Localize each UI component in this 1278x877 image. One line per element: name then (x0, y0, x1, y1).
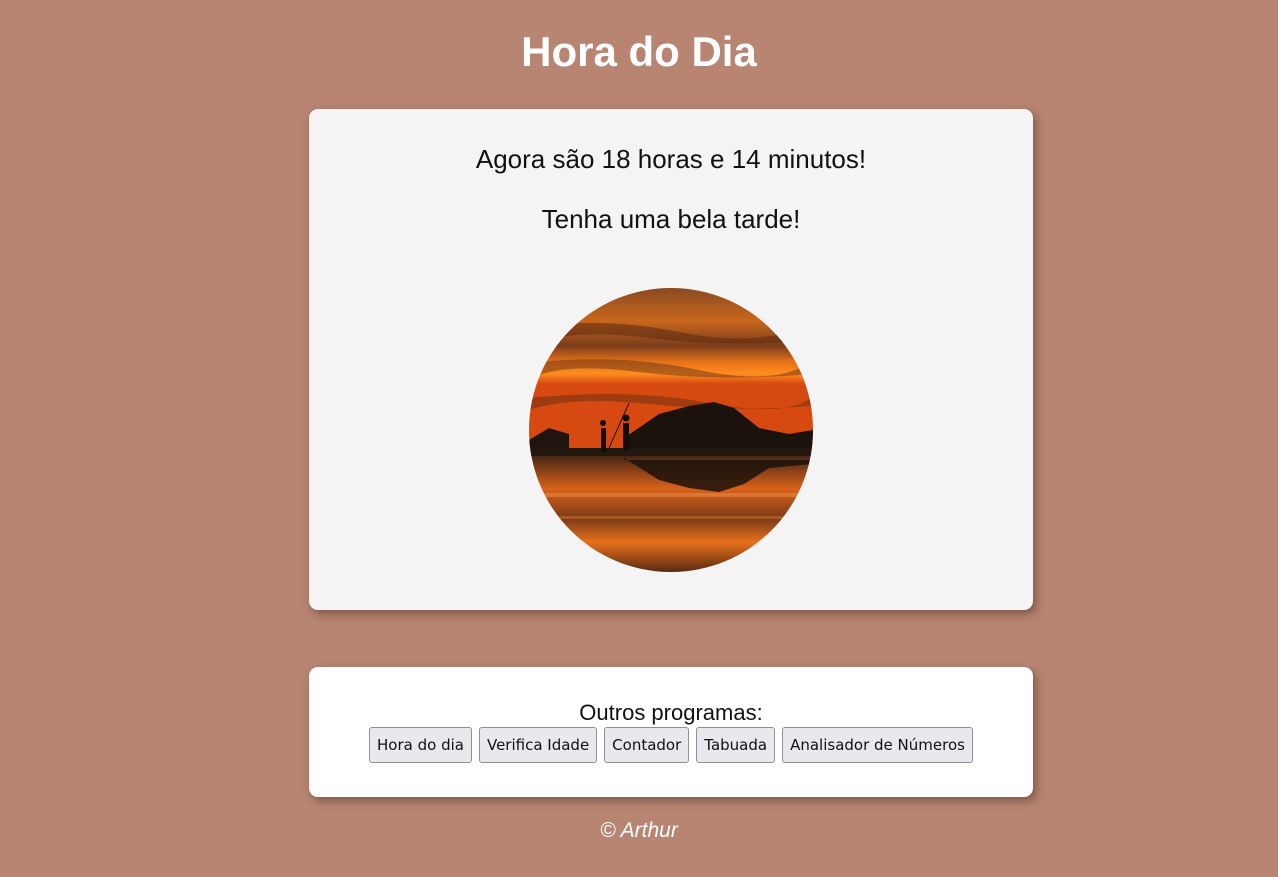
sunset-image (529, 288, 813, 572)
verifica-idade-button[interactable]: Verifica Idade (478, 727, 598, 763)
time-message: Agora são 18 horas e 14 minutos! (475, 144, 867, 174)
hora-do-dia-button[interactable]: Hora do dia (369, 727, 472, 763)
other-programs-title: Outros programas: (579, 700, 763, 725)
greeting-message: Tenha uma bela tarde! (541, 204, 801, 234)
page-title: Hora do Dia (521, 28, 757, 75)
sunset-photo-icon (529, 288, 813, 572)
tabuada-button[interactable]: Tabuada (696, 727, 776, 763)
other-programs-card: Outros programas: Hora do dia Verifica I… (309, 667, 1033, 797)
footer-credit: © Arthur (600, 819, 678, 842)
contador-button[interactable]: Contador (604, 727, 690, 763)
analisador-de-numeros-button[interactable]: Analisador de Números (782, 727, 973, 763)
time-card: Agora são 18 horas e 14 minutos! Tenha u… (309, 109, 1033, 610)
program-buttons: Hora do dia Verifica Idade Contador Tabu… (309, 727, 1033, 763)
